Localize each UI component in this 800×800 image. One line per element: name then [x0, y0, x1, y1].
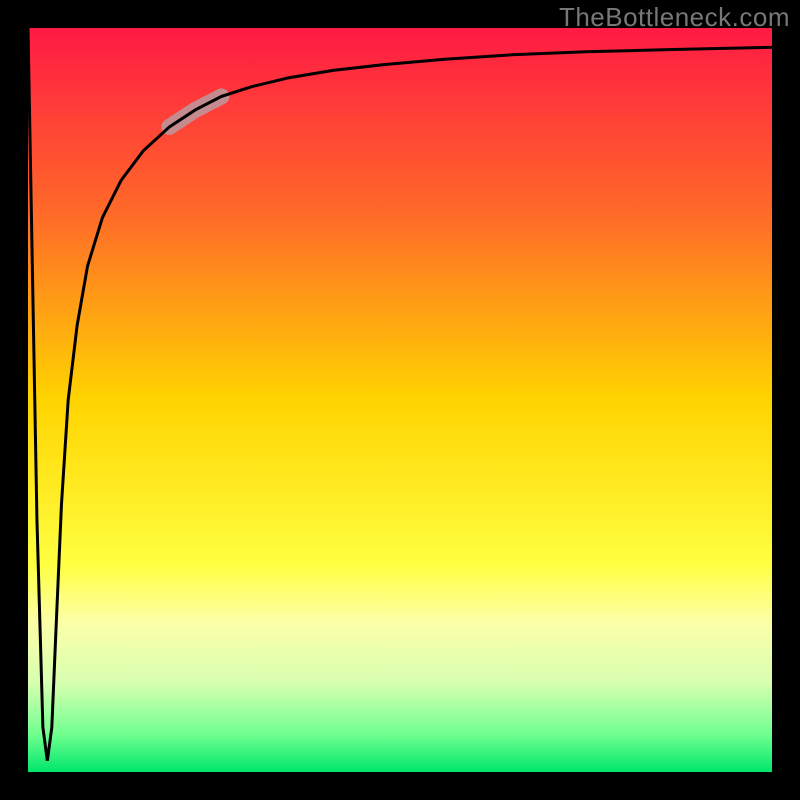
chart-container: TheBottleneck.com [0, 0, 800, 800]
frame [772, 0, 800, 800]
plot-background [28, 28, 772, 772]
chart-svg [0, 0, 800, 800]
frame [0, 0, 28, 800]
frame [0, 772, 800, 800]
attribution-text: TheBottleneck.com [559, 2, 790, 33]
